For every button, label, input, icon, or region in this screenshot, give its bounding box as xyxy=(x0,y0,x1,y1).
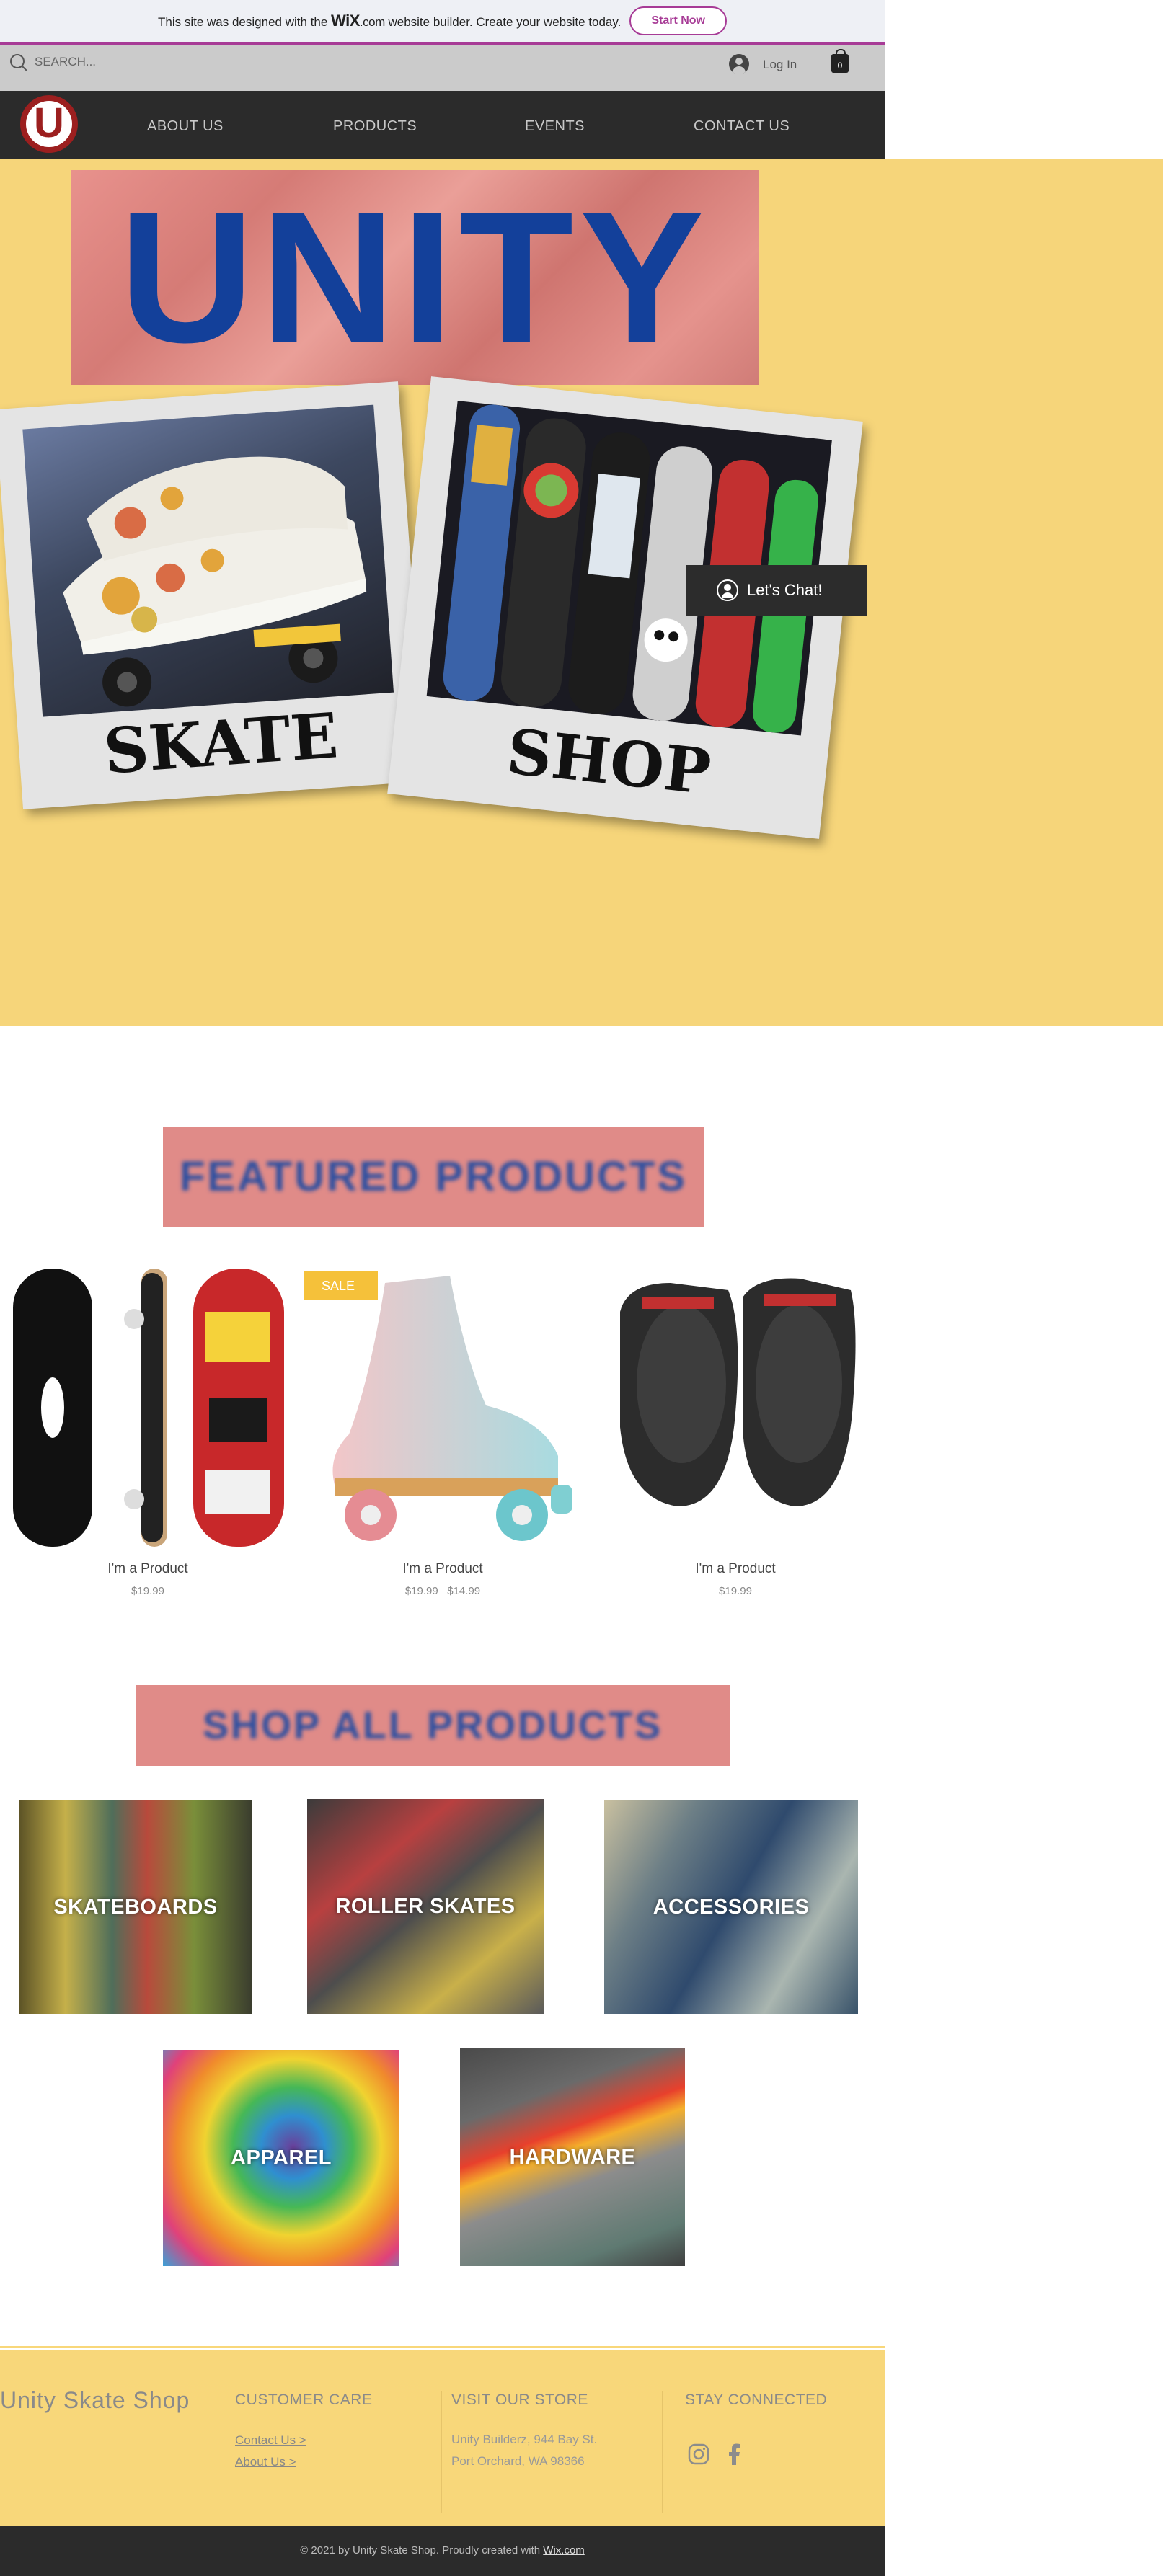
product-price-2: $19.99 $14.99 xyxy=(306,1585,580,1597)
sneaker-photo xyxy=(22,404,394,717)
category-label-roller-skates: ROLLER SKATES xyxy=(335,1894,516,1918)
product-price-1: $19.99 xyxy=(131,1585,164,1597)
knee-pads-product-illustration xyxy=(620,1278,856,1506)
product-image-skateboards[interactable] xyxy=(0,1269,296,1547)
polaroid-skate: SKATE xyxy=(0,381,426,809)
copyright-text: © 2021 by Unity Skate Shop. Proudly crea… xyxy=(300,2544,541,2557)
sale-badge: SALE xyxy=(304,1271,378,1300)
instagram-icon[interactable] xyxy=(688,2443,709,2465)
product-name-2[interactable]: I'm a Product xyxy=(306,1561,580,1577)
sneaker-illustration xyxy=(63,456,367,707)
search-icon[interactable] xyxy=(10,54,25,68)
chat-label: Let's Chat! xyxy=(747,581,823,599)
product-name-3[interactable]: I'm a Product xyxy=(598,1561,872,1577)
customer-care-title: CUSTOMER CARE xyxy=(235,2391,373,2408)
facebook-icon[interactable] xyxy=(727,2443,741,2465)
logo-letter: U xyxy=(34,99,64,146)
visit-store-title: VISIT OUR STORE xyxy=(451,2391,588,2408)
category-label-hardware: HARDWARE xyxy=(509,2145,636,2169)
wix-link[interactable]: Wix.com xyxy=(543,2544,585,2557)
lets-chat-button[interactable]: Let's Chat! xyxy=(686,565,867,616)
hero-title: UNITY xyxy=(119,173,710,382)
product-image-knee-pads[interactable] xyxy=(598,1269,872,1547)
contact-us-link[interactable]: Contact Us > xyxy=(235,2433,306,2448)
product-image-roller-skate[interactable] xyxy=(306,1269,580,1547)
product-old-price-2: $19.99 xyxy=(404,1585,438,1597)
shop-all-title: SHOP ALL PRODUCTS xyxy=(202,1704,663,1747)
nav-item-events[interactable]: EVENTS xyxy=(525,118,585,135)
store-address-line-2: Port Orchard, WA 98366 xyxy=(451,2454,585,2468)
roller-skate-product-illustration xyxy=(332,1276,572,1541)
top-utility-bar xyxy=(0,45,885,91)
footer xyxy=(0,2344,885,2531)
shop-all-banner: SHOP ALL PRODUCTS xyxy=(136,1685,730,1766)
featured-products-banner: FEATURED PRODUCTS xyxy=(163,1127,704,1227)
user-avatar-icon[interactable] xyxy=(729,54,749,74)
skateboards-product-illustration xyxy=(13,1269,284,1547)
category-hardware[interactable]: HARDWARE xyxy=(460,2048,685,2266)
wix-banner-text: This site was designed with the WiX.com … xyxy=(158,12,622,30)
category-label-accessories: ACCESSORIES xyxy=(653,1895,810,1919)
footer-divider-1 xyxy=(441,2391,442,2513)
nav-item-contact-us[interactable]: CONTACT US xyxy=(694,118,790,135)
chat-user-icon xyxy=(717,579,738,601)
wix-promo-banner: This site was designed with the WiX.com … xyxy=(0,0,885,45)
featured-products-title: FEATURED PRODUCTS xyxy=(179,1153,688,1200)
nav-item-about-us[interactable]: ABOUT US xyxy=(147,118,224,135)
category-skateboards[interactable]: SKATEBOARDS xyxy=(19,1800,252,2014)
category-label-apparel: APPAREL xyxy=(231,2146,332,2169)
search-input[interactable]: SEARCH... xyxy=(35,55,96,69)
start-now-button[interactable]: Start Now xyxy=(629,6,727,35)
login-link[interactable]: Log In xyxy=(763,58,797,72)
nav-item-products[interactable]: PRODUCTS xyxy=(333,118,417,135)
product-sale-price-2: $14.99 xyxy=(447,1585,481,1597)
category-accessories[interactable]: ACCESSORIES xyxy=(604,1800,858,2014)
product-price-3: $19.99 xyxy=(719,1585,752,1597)
category-apparel[interactable]: APPAREL xyxy=(163,2050,399,2266)
category-roller-skates[interactable]: ROLLER SKATES xyxy=(307,1799,544,2014)
footer-divider-2 xyxy=(662,2391,663,2513)
stay-connected-title: STAY CONNECTED xyxy=(685,2391,828,2408)
about-us-link[interactable]: About Us > xyxy=(235,2455,296,2469)
wix-brand: WiX.com xyxy=(331,12,385,30)
cart-icon[interactable]: 0 xyxy=(831,49,849,73)
store-address-line-1: Unity Builderz, 944 Bay St. xyxy=(451,2433,598,2446)
copyright-bar: © 2021 by Unity Skate Shop. Proudly crea… xyxy=(0,2526,885,2576)
footer-brand: Unity Skate Shop xyxy=(0,2387,190,2413)
category-label-skateboards: SKATEBOARDS xyxy=(53,1895,218,1919)
product-name-1[interactable]: I'm a Product xyxy=(0,1561,296,1577)
